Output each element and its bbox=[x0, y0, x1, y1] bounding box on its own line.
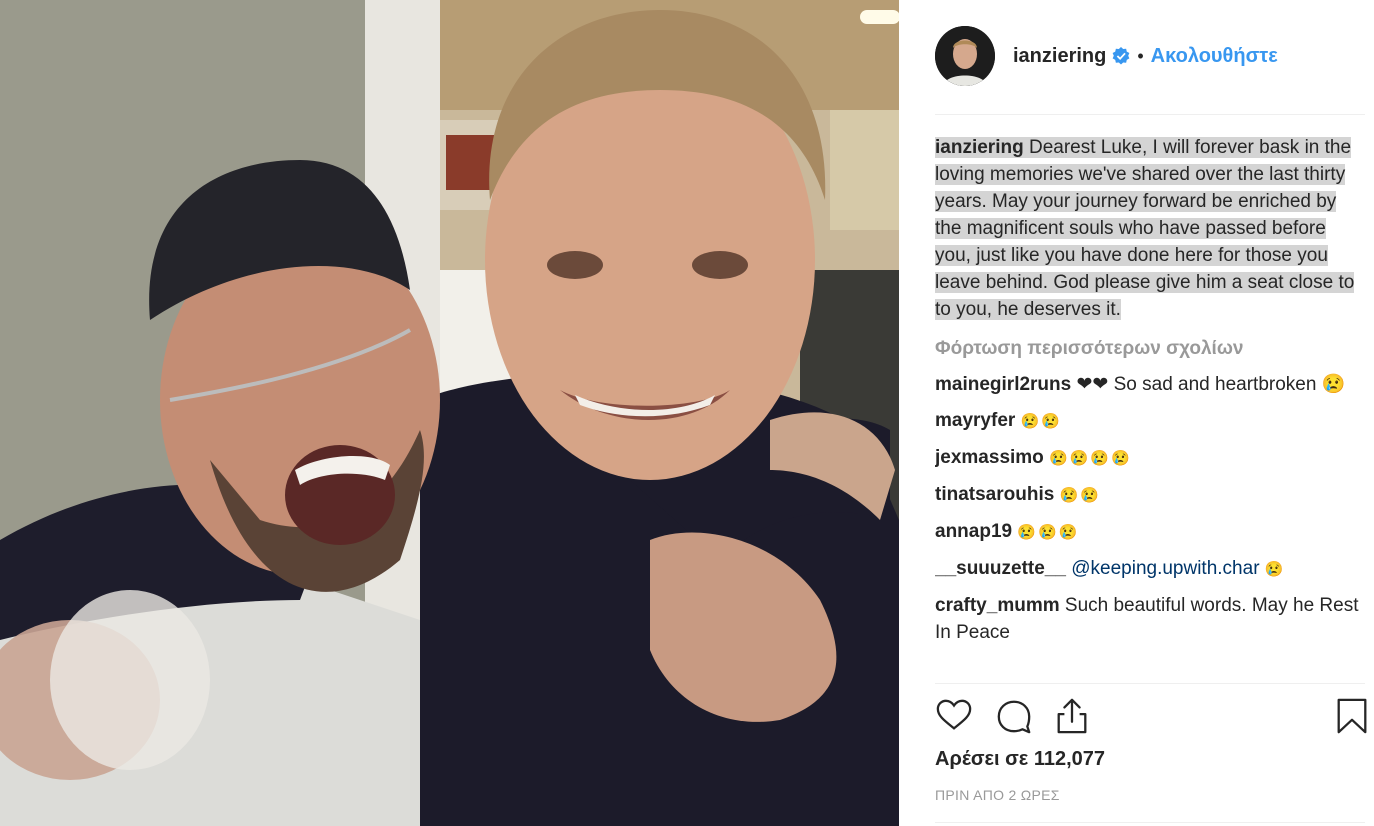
follow-button[interactable]: Ακολουθήστε bbox=[1151, 45, 1278, 68]
comment-username-link[interactable]: annap19 bbox=[935, 521, 1012, 542]
post-photo-illustration bbox=[0, 0, 899, 826]
header-separator-dot: • bbox=[1137, 45, 1144, 66]
comment-item: mainegirl2runs ❤❤ So sad and heartbroken… bbox=[935, 371, 1365, 398]
share-icon[interactable] bbox=[1053, 696, 1091, 736]
comments-list[interactable]: ianziering Dearest Luke, I will forever … bbox=[935, 134, 1365, 684]
post-header: ianziering • Ακολουθήστε bbox=[935, 26, 1365, 86]
footer-divider bbox=[935, 822, 1365, 823]
post-timestamp[interactable]: ΠΡΙΝ ΑΠΟ 2 ΩΡΕΣ bbox=[935, 787, 1060, 803]
load-more-comments-button[interactable]: Φόρτωση περισσότερων σχολίων bbox=[935, 335, 1365, 362]
heart-icon[interactable] bbox=[935, 696, 973, 736]
avatar-image bbox=[935, 26, 995, 86]
comment-text: ❤❤ So sad and heartbroken 😢 bbox=[1076, 374, 1346, 395]
comment-item: crafty_mumm Such beautiful words. May he… bbox=[935, 592, 1365, 646]
likes-count[interactable]: Αρέσει σε 112,077 bbox=[935, 748, 1105, 771]
comment-item: annap19 😢😢😢 bbox=[935, 518, 1365, 546]
bookmark-icon[interactable] bbox=[1333, 696, 1371, 736]
post-actions-bar bbox=[935, 696, 1367, 736]
comment-mention-link[interactable]: @keeping.upwith.char bbox=[1071, 558, 1259, 579]
avatar[interactable] bbox=[935, 26, 995, 86]
comment-username-link[interactable]: mainegirl2runs bbox=[935, 374, 1071, 395]
caption-text: Dearest Luke, I will forever bask in the… bbox=[935, 137, 1355, 320]
header-divider bbox=[935, 114, 1365, 115]
comment-bubble-icon[interactable] bbox=[995, 696, 1033, 736]
actions-divider bbox=[935, 683, 1365, 684]
header-username-link[interactable]: ianziering bbox=[1013, 45, 1106, 68]
comment-text: 😢😢 bbox=[1020, 413, 1062, 430]
caption-username-link[interactable]: ianziering bbox=[935, 137, 1024, 158]
comment-username-link[interactable]: mayryfer bbox=[935, 410, 1015, 431]
post-side-panel: ianziering • Ακολουθήστε ianziering Dear… bbox=[899, 0, 1374, 826]
comment-item: tinatsarouhis 😢😢 bbox=[935, 481, 1365, 509]
comment-username-link[interactable]: tinatsarouhis bbox=[935, 484, 1054, 505]
verified-badge-icon bbox=[1112, 47, 1130, 65]
comment-username-link[interactable]: __suuuzette__ bbox=[935, 558, 1066, 579]
comment-text: 😢😢 bbox=[1059, 487, 1101, 504]
post-caption: ianziering Dearest Luke, I will forever … bbox=[935, 134, 1365, 323]
comment-username-link[interactable]: crafty_mumm bbox=[935, 595, 1060, 616]
comment-username-link[interactable]: jexmassimo bbox=[935, 447, 1044, 468]
comment-text: 😢😢😢😢 bbox=[1049, 450, 1132, 467]
comment-item: __suuuzette__ @keeping.upwith.char 😢 bbox=[935, 555, 1365, 583]
comment-text: 😢 bbox=[1264, 561, 1286, 578]
comment-item: jexmassimo 😢😢😢😢 bbox=[935, 444, 1365, 472]
comment-text: 😢😢😢 bbox=[1017, 524, 1080, 541]
post-photo bbox=[0, 0, 899, 826]
comment-item: mayryfer 😢😢 bbox=[935, 407, 1365, 435]
